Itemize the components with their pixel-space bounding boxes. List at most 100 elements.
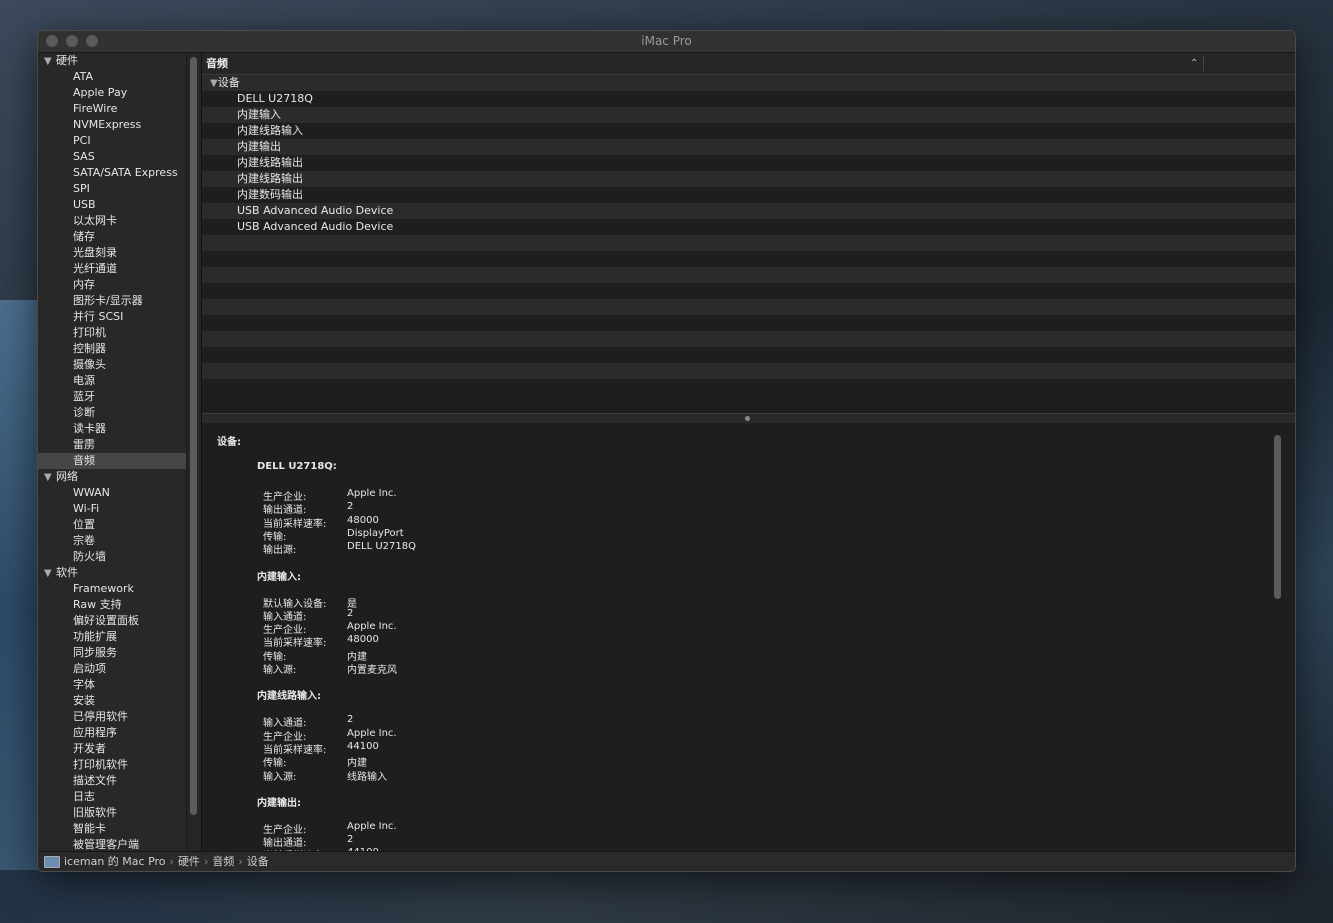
device-list-row[interactable]: 内建线路输入 bbox=[202, 123, 1295, 139]
breadcrumb-item[interactable]: 设备 bbox=[247, 855, 269, 868]
device-list-row[interactable]: 内建输出 bbox=[202, 139, 1295, 155]
device-list: ▼设备 DELL U2718Q 内建输入 内建线路输入 内建输出 内建线路输出 内建线路输出… bbox=[202, 75, 1295, 395]
property-value: 44100 bbox=[347, 740, 379, 752]
empty-row bbox=[202, 283, 1295, 299]
device-list-row[interactable]: DELL U2718Q bbox=[202, 91, 1295, 107]
device-list-row[interactable]: 内建数码输出 bbox=[202, 187, 1295, 203]
sidebar-group[interactable]: ▼ 网络 bbox=[38, 469, 186, 485]
sidebar-item[interactable]: 日志 bbox=[38, 789, 186, 805]
sidebar-item[interactable]: 描述文件 bbox=[38, 773, 186, 789]
sidebar-item[interactable]: 图形卡/显示器 bbox=[38, 293, 186, 309]
sort-ascending-icon[interactable]: ⌃ bbox=[1190, 53, 1198, 74]
property-value: Apple Inc. bbox=[347, 727, 397, 739]
computer-icon bbox=[44, 856, 60, 868]
sidebar-item[interactable]: 功能扩展 bbox=[38, 629, 186, 645]
sidebar-item[interactable]: 音频 bbox=[38, 453, 186, 469]
sidebar-item[interactable]: 防火墙 bbox=[38, 549, 186, 565]
disclosure-triangle-icon[interactable]: ▼ bbox=[44, 54, 56, 70]
disclosure-triangle-icon[interactable]: ▼ bbox=[44, 566, 56, 582]
sidebar-item[interactable]: 读卡器 bbox=[38, 421, 186, 437]
sidebar-item[interactable]: 旧版软件 bbox=[38, 805, 186, 821]
sidebar-item[interactable]: 应用程序 bbox=[38, 725, 186, 741]
device-list-row[interactable]: 内建线路输出 bbox=[202, 171, 1295, 187]
sidebar-item[interactable]: 打印机软件 bbox=[38, 757, 186, 773]
device-list-row[interactable]: USB Advanced Audio Device bbox=[202, 219, 1295, 235]
sidebar-item[interactable]: Wi-Fi bbox=[38, 501, 186, 517]
window-title: iMac Pro bbox=[641, 34, 692, 48]
breadcrumb-item[interactable]: iceman 的 Mac Pro bbox=[64, 855, 166, 868]
sidebar-item[interactable]: 储存 bbox=[38, 229, 186, 245]
sidebar-item[interactable]: 打印机 bbox=[38, 325, 186, 341]
empty-row bbox=[202, 331, 1295, 347]
sidebar-item[interactable]: 内存 bbox=[38, 277, 186, 293]
property-value: 内置麦克风 bbox=[347, 665, 397, 676]
empty-row bbox=[202, 299, 1295, 315]
property-value: Apple Inc. bbox=[347, 488, 397, 499]
column-separator[interactable] bbox=[1203, 56, 1204, 71]
sidebar-item[interactable]: 同步服务 bbox=[38, 645, 186, 661]
device-name: 内建线路输入: bbox=[257, 691, 321, 703]
property-value: 线路输入 bbox=[347, 771, 387, 783]
title-bar[interactable]: iMac Pro bbox=[38, 31, 1295, 53]
sidebar-item[interactable]: 偏好设置面板 bbox=[38, 613, 186, 629]
sidebar-item[interactable]: PCI bbox=[38, 133, 186, 149]
sidebar-item[interactable]: SAS bbox=[38, 149, 186, 165]
empty-row bbox=[202, 251, 1295, 267]
device-name: DELL U2718Q: bbox=[257, 461, 337, 472]
disclosure-triangle-icon[interactable]: ▼ bbox=[44, 470, 56, 486]
sidebar-group[interactable]: ▼ 软件 bbox=[38, 565, 186, 581]
sidebar-item[interactable]: USB bbox=[38, 197, 186, 213]
device-list-row[interactable]: 内建线路输出 bbox=[202, 155, 1295, 171]
sidebar-item[interactable]: 摄像头 bbox=[38, 357, 186, 373]
sidebar-item[interactable]: 开发者 bbox=[38, 741, 186, 757]
empty-row bbox=[202, 315, 1295, 331]
sidebar-item[interactable]: 并行 SCSI bbox=[38, 309, 186, 325]
breadcrumb-separator: › bbox=[169, 855, 174, 868]
sidebar-group-label: 硬件 bbox=[56, 54, 78, 67]
sidebar-item[interactable]: 电源 bbox=[38, 373, 186, 389]
sidebar-item[interactable]: 光盘刻录 bbox=[38, 245, 186, 261]
sidebar-item[interactable]: 雷雳 bbox=[38, 437, 186, 453]
sidebar-group[interactable]: ▼ 硬件 bbox=[38, 53, 186, 69]
sidebar-item[interactable]: 控制器 bbox=[38, 341, 186, 357]
property-value: 48000 bbox=[347, 634, 379, 646]
sidebar-item[interactable]: 蓝牙 bbox=[38, 389, 186, 405]
sidebar-scroll-thumb[interactable] bbox=[190, 57, 197, 815]
path-bar: iceman 的 Mac Pro › 硬件 › 音频 › 设备 bbox=[38, 851, 1295, 871]
sidebar-group-label: 网络 bbox=[56, 470, 78, 483]
device-list-row[interactable]: 内建输入 bbox=[202, 107, 1295, 123]
sidebar: ▼ 硬件 ATA Apple Pay FireWire NVMExpress PCI SAS S… bbox=[38, 53, 186, 851]
device-list-row[interactable]: USB Advanced Audio Device bbox=[202, 203, 1295, 219]
sidebar-item[interactable]: 光纤通道 bbox=[38, 261, 186, 277]
sidebar-item[interactable]: 安装 bbox=[38, 693, 186, 709]
sidebar-item[interactable]: 诊断 bbox=[38, 405, 186, 421]
detail-scroll-thumb[interactable] bbox=[1274, 435, 1281, 599]
sidebar-item[interactable]: Apple Pay bbox=[38, 85, 186, 101]
sidebar-item[interactable]: ATA bbox=[38, 69, 186, 85]
breadcrumb-item[interactable]: 硬件 bbox=[178, 855, 200, 868]
property-value: DisplayPort bbox=[347, 527, 404, 539]
sidebar-item[interactable]: 字体 bbox=[38, 677, 186, 693]
sidebar-item[interactable]: 已停用软件 bbox=[38, 709, 186, 725]
sidebar-item[interactable]: 智能卡 bbox=[38, 821, 186, 837]
sidebar-item[interactable]: SPI bbox=[38, 181, 186, 197]
sidebar-item[interactable]: WWAN bbox=[38, 485, 186, 501]
empty-row bbox=[202, 363, 1295, 379]
splitter-handle-icon[interactable] bbox=[745, 416, 750, 421]
sidebar-item[interactable]: 位置 bbox=[38, 517, 186, 533]
sidebar-item[interactable]: 启动项 bbox=[38, 661, 186, 677]
device-list-parent-row[interactable]: ▼设备 bbox=[202, 75, 1295, 91]
sidebar-item[interactable]: Framework bbox=[38, 581, 186, 597]
disclosure-triangle-icon[interactable]: ▼ bbox=[210, 78, 218, 89]
sidebar-item[interactable]: FireWire bbox=[38, 101, 186, 117]
sidebar-item[interactable]: 宗卷 bbox=[38, 533, 186, 549]
sidebar-item[interactable]: SATA/SATA Express bbox=[38, 165, 186, 181]
property-value: 2 bbox=[347, 714, 354, 726]
column-header[interactable]: 音频 ⌃ bbox=[202, 53, 1295, 75]
sidebar-item[interactable]: 以太网卡 bbox=[38, 213, 186, 229]
sidebar-item[interactable]: 被管理客户端 bbox=[38, 837, 186, 851]
sidebar-item[interactable]: NVMExpress bbox=[38, 117, 186, 133]
sidebar-item[interactable]: Raw 支持 bbox=[38, 597, 186, 613]
breadcrumb-item[interactable]: 音频 bbox=[212, 855, 234, 868]
sidebar-group-label: 软件 bbox=[56, 566, 78, 579]
